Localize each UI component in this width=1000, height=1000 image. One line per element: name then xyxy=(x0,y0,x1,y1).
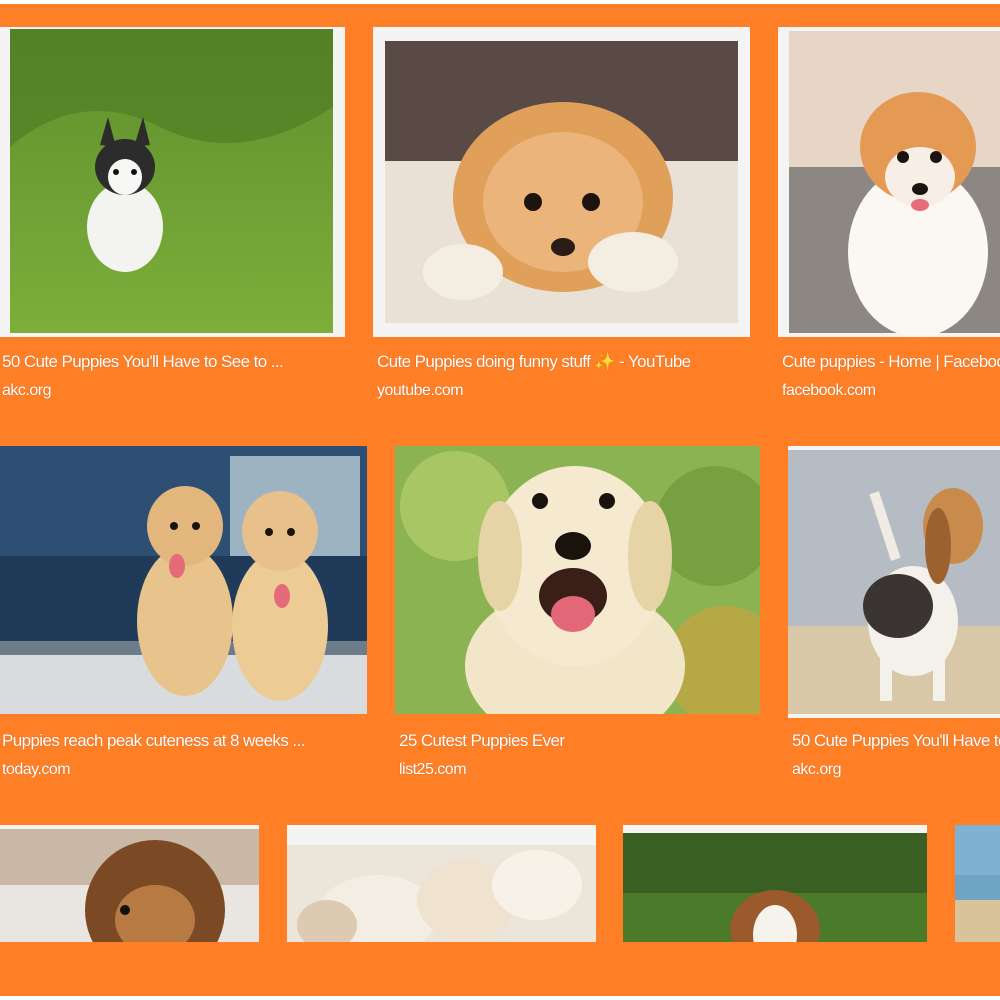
beach-scene-image xyxy=(955,825,1000,942)
result-image-pomeranian-sitting[interactable] xyxy=(778,27,1000,337)
result-source[interactable]: youtube.com xyxy=(377,382,464,400)
result-image-labrador[interactable] xyxy=(395,446,760,714)
result-image-beagle[interactable] xyxy=(788,446,1000,718)
result-image-golden-retrievers[interactable] xyxy=(0,446,367,714)
husky-puppy-image xyxy=(10,29,333,333)
pomeranian-sitting-image xyxy=(789,31,1000,337)
fluffy-brown-puppy-image xyxy=(0,829,259,942)
pomeranian-puppy-image xyxy=(385,41,738,323)
result-title[interactable]: 50 Cute Puppies You'll Have to S xyxy=(792,731,1000,751)
result-image-white-puppy[interactable] xyxy=(287,825,596,942)
labrador-puppy-image xyxy=(395,446,760,714)
result-image-beach[interactable] xyxy=(955,825,1000,942)
result-image-fluffy-brown-puppy[interactable] xyxy=(0,825,259,942)
image-results-grid: 50 Cute Puppies You'll Have to See to ..… xyxy=(0,4,1000,996)
result-image-husky-puppy[interactable] xyxy=(0,27,345,337)
result-title[interactable]: Puppies reach peak cuteness at 8 weeks .… xyxy=(2,731,367,751)
white-puppy-image xyxy=(287,845,596,942)
result-source[interactable]: today.com xyxy=(2,761,71,779)
result-image-pomeranian-lying[interactable] xyxy=(373,27,750,337)
result-title[interactable]: Cute puppies - Home | Facebook xyxy=(782,352,1000,372)
result-source[interactable]: facebook.com xyxy=(782,382,876,400)
result-source[interactable]: akc.org xyxy=(2,382,51,400)
result-title[interactable]: 50 Cute Puppies You'll Have to See to ..… xyxy=(2,352,342,372)
result-source[interactable]: akc.org xyxy=(792,761,841,779)
golden-retrievers-image xyxy=(0,446,367,714)
result-title[interactable]: Cute Puppies doing funny stuff ✨ - YouTu… xyxy=(377,352,747,372)
result-title[interactable]: 25 Cutest Puppies Ever xyxy=(399,731,759,751)
result-image-puppy-in-field[interactable] xyxy=(623,825,927,942)
beagle-puppy-image xyxy=(788,450,1000,714)
result-source[interactable]: list25.com xyxy=(399,761,467,779)
puppy-in-field-image xyxy=(623,833,927,942)
